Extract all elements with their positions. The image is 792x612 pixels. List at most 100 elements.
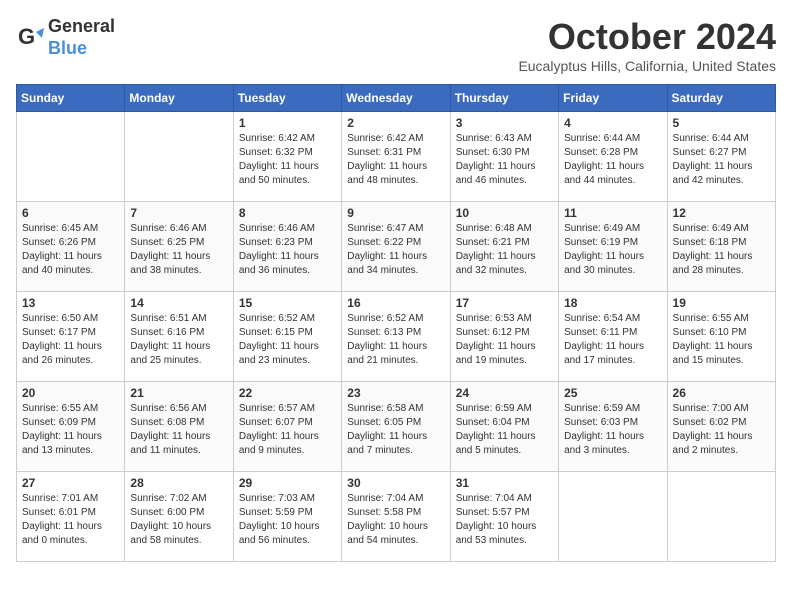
calendar-week-row: 1 Sunrise: 6:42 AM Sunset: 6:32 PM Daylig… [17,112,776,202]
svg-text:G: G [18,24,35,49]
day-detail: Sunrise: 6:54 AM Sunset: 6:11 PM Dayligh… [564,312,661,368]
calendar-cell: 23 Sunrise: 6:58 AM Sunset: 6:05 PM Dayli… [342,382,450,472]
calendar-cell: 3 Sunrise: 6:43 AM Sunset: 6:30 PM Daylig… [450,112,558,202]
calendar-cell: 4 Sunrise: 6:44 AM Sunset: 6:28 PM Daylig… [559,112,667,202]
day-number: 22 [239,386,336,400]
day-number: 26 [673,386,770,400]
calendar-cell [667,472,775,562]
day-detail: Sunrise: 6:50 AM Sunset: 6:17 PM Dayligh… [22,312,119,368]
day-number: 19 [673,296,770,310]
day-detail: Sunrise: 6:55 AM Sunset: 6:10 PM Dayligh… [673,312,770,368]
day-number: 4 [564,116,661,130]
calendar-cell: 1 Sunrise: 6:42 AM Sunset: 6:32 PM Daylig… [233,112,341,202]
calendar-header-row: SundayMondayTuesdayWednesdayThursdayFrid… [17,85,776,112]
calendar-cell: 14 Sunrise: 6:51 AM Sunset: 6:16 PM Dayli… [125,292,233,382]
title-area: October 2024 Eucalyptus Hills, Californi… [518,16,776,74]
calendar-cell: 29Sunrise: 7:03 AM Sunset: 5:59 PM Dayli… [233,472,341,562]
day-number: 17 [456,296,553,310]
weekday-header: Saturday [667,85,775,112]
weekday-header: Tuesday [233,85,341,112]
weekday-header: Thursday [450,85,558,112]
day-detail: Sunrise: 6:48 AM Sunset: 6:21 PM Dayligh… [456,222,553,278]
day-number: 14 [130,296,227,310]
day-number: 2 [347,116,444,130]
day-number: 24 [456,386,553,400]
day-number: 13 [22,296,119,310]
day-number: 28 [130,476,227,490]
day-number: 21 [130,386,227,400]
day-number: 20 [22,386,119,400]
day-number: 30 [347,476,444,490]
calendar-cell: 5Sunrise: 6:44 AM Sunset: 6:27 PM Daylig… [667,112,775,202]
day-detail: Sunrise: 7:00 AM Sunset: 6:02 PM Dayligh… [673,402,770,458]
day-detail: Sunrise: 6:58 AM Sunset: 6:05 PM Dayligh… [347,402,444,458]
calendar-week-row: 20 Sunrise: 6:55 AM Sunset: 6:09 PM Dayli… [17,382,776,472]
day-detail: Sunrise: 6:56 AM Sunset: 6:08 PM Dayligh… [130,402,227,458]
calendar-cell: 6 Sunrise: 6:45 AM Sunset: 6:26 PM Daylig… [17,202,125,292]
day-number: 8 [239,206,336,220]
calendar-cell: 15 Sunrise: 6:52 AM Sunset: 6:15 PM Dayli… [233,292,341,382]
page-header: G General Blue October 2024 Eucalyptus H… [16,16,776,74]
calendar-cell: 8 Sunrise: 6:46 AM Sunset: 6:23 PM Daylig… [233,202,341,292]
day-number: 3 [456,116,553,130]
calendar-cell: 17 Sunrise: 6:53 AM Sunset: 6:12 PM Dayli… [450,292,558,382]
day-detail: Sunrise: 7:02 AM Sunset: 6:00 PM Dayligh… [130,492,227,548]
day-detail: Sunrise: 7:01 AM Sunset: 6:01 PM Dayligh… [22,492,119,548]
day-number: 7 [130,206,227,220]
day-detail: Sunrise: 6:59 AM Sunset: 6:04 PM Dayligh… [456,402,553,458]
calendar-cell: 7 Sunrise: 6:46 AM Sunset: 6:25 PM Daylig… [125,202,233,292]
day-number: 18 [564,296,661,310]
day-detail: Sunrise: 6:43 AM Sunset: 6:30 PM Dayligh… [456,132,553,188]
day-detail: Sunrise: 6:52 AM Sunset: 6:15 PM Dayligh… [239,312,336,368]
day-detail: Sunrise: 6:42 AM Sunset: 6:32 PM Dayligh… [239,132,336,188]
day-detail: Sunrise: 6:46 AM Sunset: 6:25 PM Dayligh… [130,222,227,278]
calendar-cell [17,112,125,202]
calendar-cell: 11 Sunrise: 6:49 AM Sunset: 6:19 PM Dayli… [559,202,667,292]
calendar-cell [125,112,233,202]
calendar-cell: 10Sunrise: 6:48 AM Sunset: 6:21 PM Dayli… [450,202,558,292]
day-number: 16 [347,296,444,310]
month-title: October 2024 [518,16,776,58]
calendar-cell: 26 Sunrise: 7:00 AM Sunset: 6:02 PM Dayli… [667,382,775,472]
day-number: 5 [673,116,770,130]
calendar-week-row: 6 Sunrise: 6:45 AM Sunset: 6:26 PM Daylig… [17,202,776,292]
calendar-cell [559,472,667,562]
location: Eucalyptus Hills, California, United Sta… [518,58,776,74]
day-number: 12 [673,206,770,220]
day-detail: Sunrise: 6:52 AM Sunset: 6:13 PM Dayligh… [347,312,444,368]
day-number: 15 [239,296,336,310]
day-detail: Sunrise: 6:49 AM Sunset: 6:19 PM Dayligh… [564,222,661,278]
day-number: 23 [347,386,444,400]
day-detail: Sunrise: 6:44 AM Sunset: 6:28 PM Dayligh… [564,132,661,188]
day-detail: Sunrise: 6:53 AM Sunset: 6:12 PM Dayligh… [456,312,553,368]
day-number: 11 [564,206,661,220]
day-detail: Sunrise: 6:51 AM Sunset: 6:16 PM Dayligh… [130,312,227,368]
calendar-cell: 30 Sunrise: 7:04 AM Sunset: 5:58 PM Dayli… [342,472,450,562]
day-detail: Sunrise: 6:45 AM Sunset: 6:26 PM Dayligh… [22,222,119,278]
day-detail: Sunrise: 6:46 AM Sunset: 6:23 PM Dayligh… [239,222,336,278]
calendar-week-row: 27 Sunrise: 7:01 AM Sunset: 6:01 PM Dayli… [17,472,776,562]
day-detail: Sunrise: 7:04 AM Sunset: 5:58 PM Dayligh… [347,492,444,548]
calendar: SundayMondayTuesdayWednesdayThursdayFrid… [16,84,776,562]
day-detail: Sunrise: 7:04 AM Sunset: 5:57 PM Dayligh… [456,492,553,548]
day-detail: Sunrise: 6:57 AM Sunset: 6:07 PM Dayligh… [239,402,336,458]
weekday-header: Friday [559,85,667,112]
calendar-cell: 9Sunrise: 6:47 AM Sunset: 6:22 PM Daylig… [342,202,450,292]
logo-text: General Blue [48,16,115,59]
calendar-cell: 18 Sunrise: 6:54 AM Sunset: 6:11 PM Dayli… [559,292,667,382]
calendar-cell: 27 Sunrise: 7:01 AM Sunset: 6:01 PM Dayli… [17,472,125,562]
day-detail: Sunrise: 6:49 AM Sunset: 6:18 PM Dayligh… [673,222,770,278]
day-number: 6 [22,206,119,220]
calendar-cell: 31 Sunrise: 7:04 AM Sunset: 5:57 PM Dayli… [450,472,558,562]
day-number: 25 [564,386,661,400]
day-detail: Sunrise: 6:59 AM Sunset: 6:03 PM Dayligh… [564,402,661,458]
day-number: 31 [456,476,553,490]
calendar-cell: 19 Sunrise: 6:55 AM Sunset: 6:10 PM Dayli… [667,292,775,382]
day-number: 1 [239,116,336,130]
calendar-cell: 28 Sunrise: 7:02 AM Sunset: 6:00 PM Dayli… [125,472,233,562]
day-detail: Sunrise: 7:03 AM Sunset: 5:59 PM Dayligh… [239,492,336,548]
calendar-cell: 13 Sunrise: 6:50 AM Sunset: 6:17 PM Dayli… [17,292,125,382]
day-detail: Sunrise: 6:42 AM Sunset: 6:31 PM Dayligh… [347,132,444,188]
day-number: 27 [22,476,119,490]
day-detail: Sunrise: 6:55 AM Sunset: 6:09 PM Dayligh… [22,402,119,458]
